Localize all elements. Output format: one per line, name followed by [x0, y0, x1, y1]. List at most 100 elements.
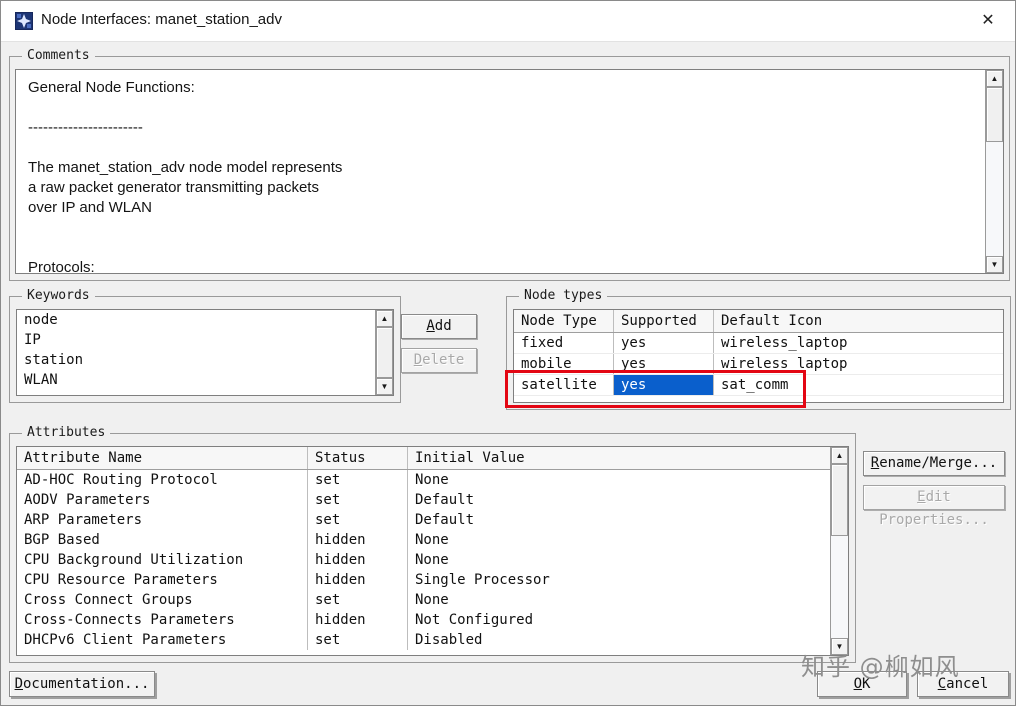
comments-textarea[interactable]: General Node Functions: ----------------… — [15, 69, 1004, 274]
attribute-name-cell[interactable]: CPU Resource Parameters — [17, 570, 308, 590]
initial-value-cell[interactable]: None — [408, 550, 830, 570]
attribute-row: Cross Connect Groups set None — [17, 590, 830, 610]
node-interfaces-dialog: Node Interfaces: manet_station_adv ✕ Com… — [0, 0, 1016, 706]
scroll-down-button[interactable]: ▼ — [376, 378, 393, 395]
attribute-row: AD-HOC Routing Protocol set None — [17, 470, 830, 490]
close-icon[interactable]: ✕ — [977, 10, 999, 32]
status-cell[interactable]: set — [308, 490, 408, 510]
attribute-name-cell[interactable]: Cross Connect Groups — [17, 590, 308, 610]
supported-cell-selected[interactable]: yes — [614, 375, 714, 395]
default-icon-cell[interactable]: sat_comm — [714, 375, 1003, 395]
keyword-item[interactable]: station — [17, 350, 375, 370]
scroll-up-button[interactable]: ▲ — [376, 310, 393, 327]
keyword-item[interactable]: IP — [17, 330, 375, 350]
scroll-up-icon: ▲ — [990, 74, 999, 83]
node-types-table: Node Type Supported Default Icon fixed y… — [513, 309, 1004, 403]
initial-value-cell[interactable]: Default — [408, 510, 830, 530]
attribute-row: BGP Based hidden None — [17, 530, 830, 550]
attribute-row: ARP Parameters set Default — [17, 510, 830, 530]
add-button[interactable]: Add — [401, 314, 477, 339]
column-header: Initial Value — [415, 450, 525, 466]
scrollbar-track[interactable] — [986, 87, 1003, 256]
node-type-row: mobile yes wireless_laptop — [514, 354, 1003, 375]
comments-text: General Node Functions: ----------------… — [28, 79, 343, 273]
status-cell[interactable]: hidden — [308, 530, 408, 550]
node-types-group-label: Node types — [519, 288, 608, 303]
default-icon-cell[interactable]: wireless_laptop — [714, 333, 1003, 353]
node-type-cell[interactable]: satellite — [514, 375, 614, 395]
scroll-up-icon: ▲ — [380, 314, 389, 323]
attribute-row: CPU Background Utilization hidden None — [17, 550, 830, 570]
supported-cell[interactable]: yes — [614, 333, 714, 353]
scroll-up-button[interactable]: ▲ — [831, 447, 848, 464]
initial-value-cell[interactable]: None — [408, 530, 830, 550]
node-type-row: satellite yes sat_comm — [514, 375, 1003, 396]
scroll-up-icon: ▲ — [835, 451, 844, 460]
attribute-name-cell[interactable]: DHCPv6 Client Parameters — [17, 630, 308, 650]
status-cell[interactable]: hidden — [308, 610, 408, 630]
scrollbar-thumb[interactable] — [376, 327, 393, 378]
attributes-scrollbar[interactable]: ▲ ▼ — [830, 447, 848, 655]
attributes-header-row: Attribute Name Status Initial Value — [17, 447, 830, 470]
initial-value-cell[interactable]: Single Processor — [408, 570, 830, 590]
status-cell[interactable]: set — [308, 630, 408, 650]
attribute-name-cell[interactable]: BGP Based — [17, 530, 308, 550]
scroll-down-icon: ▼ — [990, 260, 999, 269]
keywords-group-label: Keywords — [22, 288, 95, 303]
edit-properties-button[interactable]: Edit Properties... — [863, 485, 1005, 528]
node-types-group: Node types Node Type Supported Default I… — [506, 288, 1011, 410]
keywords-group: Keywords node IP station WLAN ▲ ▼ — [9, 288, 401, 403]
attribute-name-cell[interactable]: ARP Parameters — [17, 510, 308, 530]
keywords-scrollbar[interactable]: ▲ ▼ — [375, 310, 393, 395]
keyword-item[interactable]: WLAN — [17, 370, 375, 390]
column-header: Default Icon — [721, 313, 823, 329]
rename-merge-button[interactable]: Rename/Merge... — [863, 451, 1005, 476]
initial-value-cell[interactable]: Default — [408, 490, 830, 510]
documentation-button[interactable]: Documentation... — [9, 671, 155, 697]
status-cell[interactable]: set — [308, 590, 408, 610]
attribute-row: Cross-Connects Parameters hidden Not Con… — [17, 610, 830, 630]
attributes-group-label: Attributes — [22, 425, 111, 440]
window-title: Node Interfaces: manet_station_adv — [41, 11, 282, 28]
node-type-cell[interactable]: fixed — [514, 333, 614, 353]
initial-value-cell[interactable]: None — [408, 470, 830, 490]
attribute-name-cell[interactable]: AD-HOC Routing Protocol — [17, 470, 308, 490]
scrollbar-track[interactable] — [831, 464, 848, 638]
delete-button[interactable]: Delete — [401, 348, 477, 373]
attribute-name-cell[interactable]: Cross-Connects Parameters — [17, 610, 308, 630]
initial-value-cell[interactable]: Disabled — [408, 630, 830, 650]
attribute-name-cell[interactable]: CPU Background Utilization — [17, 550, 308, 570]
scrollbar-thumb[interactable] — [831, 464, 848, 536]
status-cell[interactable]: set — [308, 470, 408, 490]
app-icon — [15, 12, 33, 30]
keyword-item[interactable]: node — [17, 310, 375, 330]
attributes-table: Attribute Name Status Initial Value AD-H… — [16, 446, 849, 656]
scrollbar-track[interactable] — [376, 327, 393, 378]
attributes-group: Attributes Attribute Name Status Initial… — [9, 425, 856, 663]
status-cell[interactable]: hidden — [308, 550, 408, 570]
scrollbar-thumb[interactable] — [986, 87, 1003, 142]
scroll-down-icon: ▼ — [380, 382, 389, 391]
attribute-row: CPU Resource Parameters hidden Single Pr… — [17, 570, 830, 590]
comments-group-label: Comments — [22, 48, 95, 63]
attribute-row: DHCPv6 Client Parameters set Disabled — [17, 630, 830, 650]
scroll-down-button[interactable]: ▼ — [986, 256, 1003, 273]
status-cell[interactable]: set — [308, 510, 408, 530]
supported-cell[interactable]: yes — [614, 354, 714, 374]
column-header: Status — [308, 447, 408, 469]
scroll-up-button[interactable]: ▲ — [986, 70, 1003, 87]
initial-value-cell[interactable]: Not Configured — [408, 610, 830, 630]
initial-value-cell[interactable]: None — [408, 590, 830, 610]
comments-group: Comments General Node Functions: -------… — [9, 48, 1010, 281]
column-header: Supported — [614, 310, 714, 332]
node-types-header-row: Node Type Supported Default Icon — [514, 310, 1003, 333]
status-cell[interactable]: hidden — [308, 570, 408, 590]
node-type-row: fixed yes wireless_laptop — [514, 333, 1003, 354]
attribute-name-cell[interactable]: AODV Parameters — [17, 490, 308, 510]
node-type-cell[interactable]: mobile — [514, 354, 614, 374]
default-icon-cell[interactable]: wireless_laptop — [714, 354, 1003, 374]
comments-scrollbar[interactable]: ▲ ▼ — [985, 70, 1003, 273]
keywords-list[interactable]: node IP station WLAN ▲ ▼ — [16, 309, 394, 396]
title-bar: Node Interfaces: manet_station_adv ✕ — [1, 1, 1015, 42]
attribute-row: AODV Parameters set Default — [17, 490, 830, 510]
